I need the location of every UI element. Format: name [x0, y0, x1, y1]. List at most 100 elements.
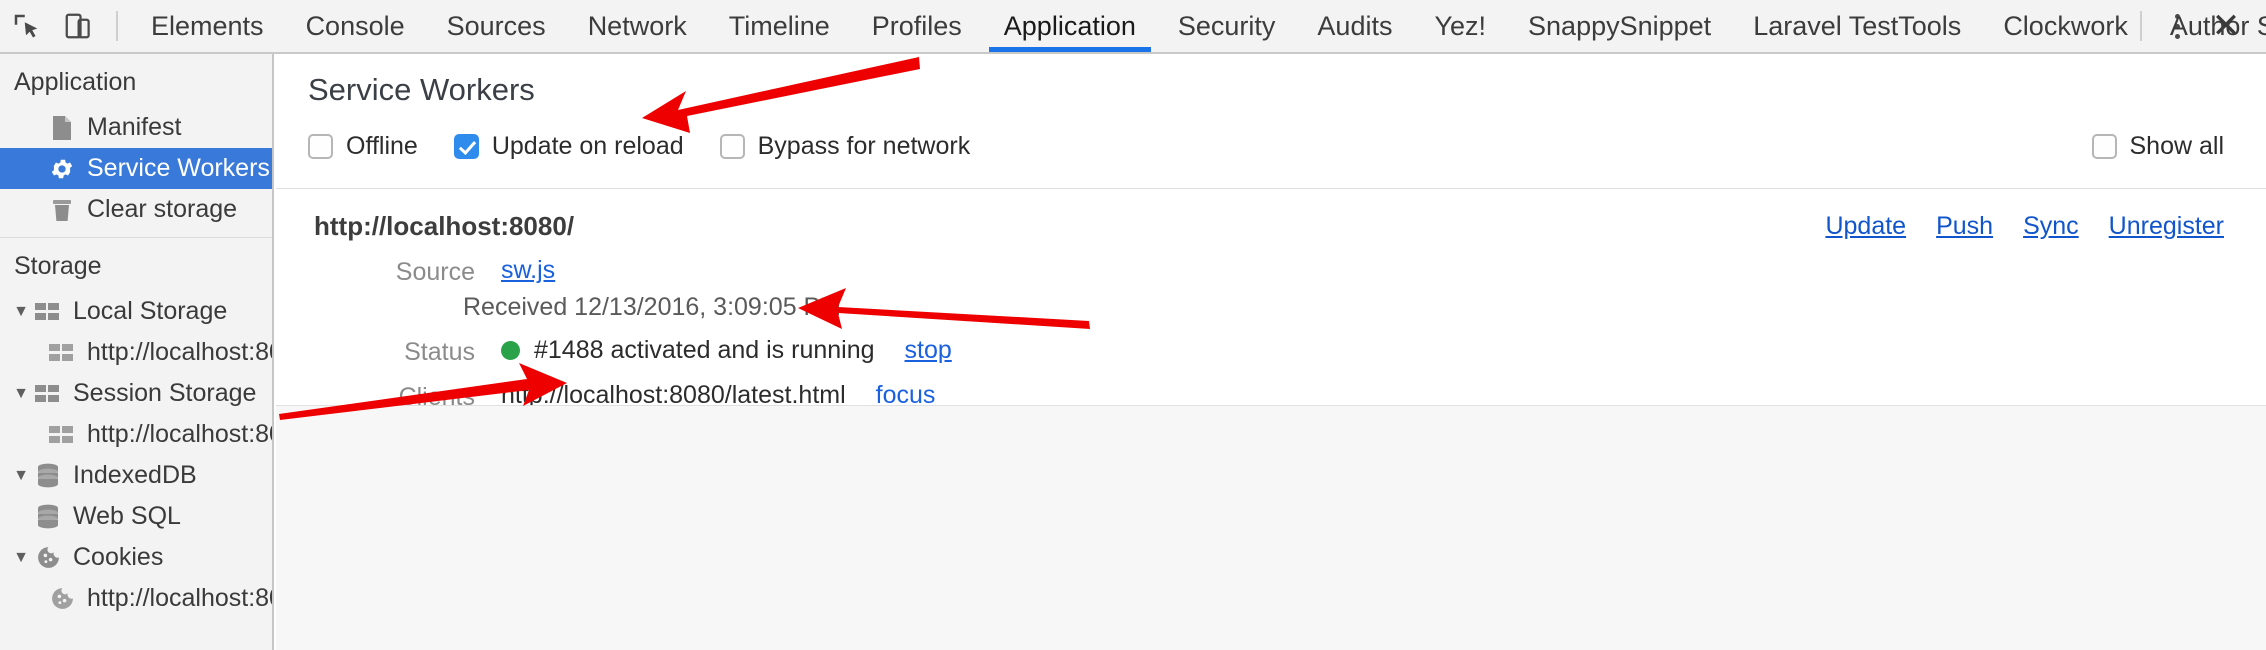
tab-label: Profiles — [871, 10, 962, 41]
service-workers-panel: Service Workers Offline Update on reload… — [276, 54, 2266, 650]
tab-network[interactable]: Network — [567, 0, 708, 52]
application-sidebar: Application Manifest Service Workers Cle… — [0, 54, 274, 650]
status-value: #1488 activated and is running stop — [475, 336, 952, 365]
tab-label: SnappySnippet — [1528, 10, 1712, 41]
bypass-for-network-checkbox-row[interactable]: Bypass for network — [719, 131, 971, 161]
tab-label: Timeline — [728, 10, 830, 41]
show-all-label: Show all — [2129, 131, 2225, 160]
panel-empty-area — [276, 405, 2266, 650]
sidebar-section-application: Application — [14, 68, 137, 96]
tab-audits[interactable]: Audits — [1296, 0, 1413, 52]
source-row: Source sw.js — [276, 256, 2266, 287]
show-all-checkbox[interactable] — [2091, 133, 2117, 159]
table-icon — [34, 298, 62, 326]
tab-label: Laravel TestTools — [1753, 10, 1962, 41]
chevron-down-icon[interactable]: ▼ — [8, 549, 34, 567]
devtools-window: Elements Console Sources Network Timelin… — [0, 0, 2266, 650]
sidebar-item-local-storage-origin[interactable]: http://localhost:8080 — [0, 332, 272, 373]
document-icon — [48, 114, 76, 142]
tab-yez[interactable]: Yez! — [1413, 0, 1507, 52]
stop-button[interactable]: stop — [905, 336, 952, 365]
sidebar-section-storage: Storage — [14, 252, 102, 280]
chevron-down-icon[interactable]: ▼ — [8, 467, 34, 485]
page-title: Service Workers — [308, 72, 535, 107]
tab-elements[interactable]: Elements — [130, 0, 285, 52]
tab-snappysnippet[interactable]: SnappySnippet — [1507, 0, 1732, 52]
tab-console[interactable]: Console — [285, 0, 426, 52]
sidebar-item-session-storage[interactable]: ▼ Session Storage — [0, 373, 272, 414]
devtools-tab-strip: Elements Console Sources Network Timelin… — [130, 0, 2266, 52]
update-on-reload-checkbox[interactable] — [453, 133, 479, 159]
sidebar-item-clear-storage[interactable]: Clear storage — [0, 189, 272, 230]
source-file-link[interactable]: sw.js — [501, 256, 555, 285]
sidebar-item-cookies[interactable]: ▼ Cookies — [0, 537, 272, 578]
sidebar-item-local-storage[interactable]: ▼ Local Storage — [0, 291, 272, 332]
bypass-for-network-checkbox[interactable] — [719, 133, 745, 159]
sidebar-item-service-workers[interactable]: Service Workers — [0, 148, 272, 189]
cookie-icon — [34, 544, 62, 572]
registration-origin: http://localhost:8080/ — [314, 211, 575, 241]
tab-label: Sources — [446, 10, 546, 41]
tab-label: Yez! — [1434, 10, 1487, 41]
trash-icon — [48, 196, 76, 224]
sidebar-item-label: Clear storage — [87, 195, 238, 223]
tab-label: Application — [1003, 10, 1136, 41]
tab-laravel-testtools[interactable]: Laravel TestTools — [1732, 0, 1982, 52]
cookie-icon — [48, 585, 76, 613]
table-icon — [48, 339, 76, 367]
sidebar-item-label: Local Storage — [73, 297, 228, 325]
tab-author-settings[interactable]: Author Settings — [2149, 0, 2266, 52]
tab-timeline[interactable]: Timeline — [708, 0, 851, 52]
source-value: sw.js — [475, 256, 555, 285]
chevron-down-icon[interactable]: ▼ — [8, 385, 34, 403]
offline-label: Offline — [346, 131, 418, 160]
sync-button[interactable]: Sync — [2023, 212, 2079, 241]
inspect-element-icon[interactable] — [0, 0, 52, 52]
source-received-timestamp: Received 12/13/2016, 3:09:05 PM — [463, 293, 842, 321]
sidebar-item-label: Manifest — [87, 113, 182, 141]
sidebar-item-cookies-origin[interactable]: http://localhost:8080 — [0, 578, 272, 619]
status-row: Status #1488 activated and is running st… — [276, 336, 2266, 367]
table-icon — [34, 380, 62, 408]
database-icon — [34, 503, 62, 531]
tab-sources[interactable]: Sources — [426, 0, 567, 52]
service-worker-registration: http://localhost:8080/ Update Push Sync … — [276, 188, 2266, 439]
update-button[interactable]: Update — [1825, 212, 1906, 241]
source-label: Source — [395, 258, 475, 286]
registration-header: http://localhost:8080/ Update Push Sync … — [276, 189, 2266, 242]
tab-label: Audits — [1317, 10, 1393, 41]
offline-checkbox[interactable] — [308, 133, 333, 159]
update-on-reload-label: Update on reload — [491, 131, 684, 160]
status-text: #1488 activated and is running — [534, 336, 875, 364]
toolbar-divider — [116, 11, 118, 41]
status-label: Status — [404, 338, 475, 366]
tab-label: Clockwork — [2003, 10, 2128, 41]
sidebar-item-indexeddb[interactable]: ▼ IndexedDB — [0, 455, 272, 496]
offline-checkbox-row[interactable]: Offline — [308, 132, 418, 161]
sidebar-item-web-sql[interactable]: Web SQL — [0, 496, 272, 537]
service-worker-options-row: Offline Update on reload Bypass for netw… — [276, 108, 2266, 168]
sidebar-item-manifest[interactable]: Manifest — [0, 107, 272, 148]
tab-label: Network — [587, 10, 687, 41]
gear-icon — [48, 155, 76, 183]
registration-actions: Update Push Sync Unregister — [1825, 212, 2224, 241]
sidebar-item-label: IndexedDB — [73, 461, 197, 489]
database-icon — [34, 462, 62, 490]
tab-label: Security — [1177, 10, 1276, 41]
tab-clockwork[interactable]: Clockwork — [1982, 0, 2149, 52]
sidebar-item-label: http://localhost:8080 — [87, 420, 272, 448]
unregister-button[interactable]: Unregister — [2109, 212, 2224, 241]
push-button[interactable]: Push — [1936, 212, 1993, 241]
show-all-checkbox-row[interactable]: Show all — [2091, 131, 2225, 161]
chevron-down-icon[interactable]: ▼ — [8, 303, 34, 321]
sidebar-item-session-storage-origin[interactable]: http://localhost:8080 — [0, 414, 272, 455]
tab-application[interactable]: Application — [983, 0, 1157, 52]
bypass-for-network-label: Bypass for network — [757, 131, 971, 160]
table-icon — [48, 421, 76, 449]
tab-security[interactable]: Security — [1157, 0, 1297, 52]
tab-profiles[interactable]: Profiles — [851, 0, 983, 52]
sidebar-item-label: http://localhost:8080 — [87, 338, 272, 366]
sidebar-item-label: Cookies — [73, 543, 164, 571]
device-toolbar-icon[interactable] — [52, 0, 104, 52]
update-on-reload-checkbox-row[interactable]: Update on reload — [453, 131, 684, 161]
